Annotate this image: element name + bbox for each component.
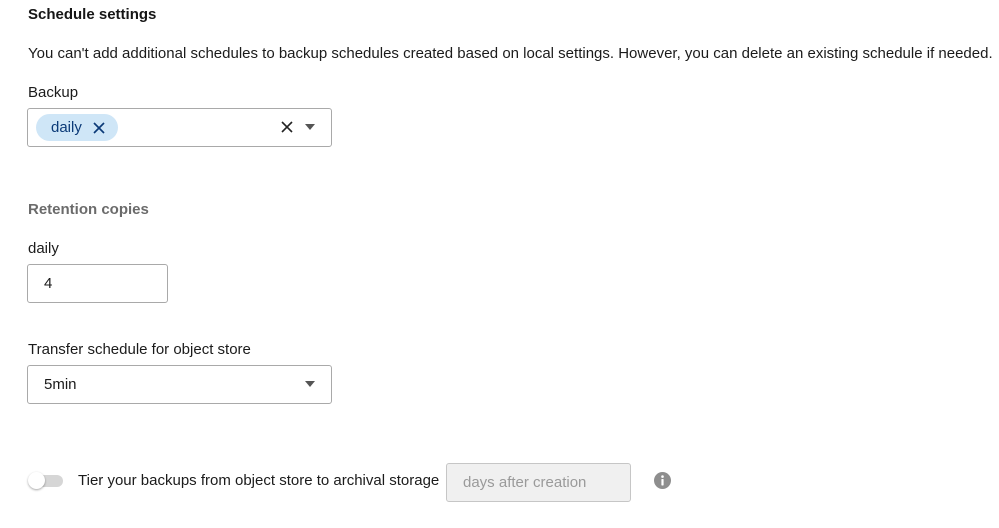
backup-multiselect[interactable]: daily — [27, 108, 332, 147]
info-icon[interactable] — [654, 472, 671, 489]
caret-down-icon[interactable] — [305, 124, 315, 130]
tier-toggle[interactable] — [28, 472, 63, 489]
backup-label: Backup — [28, 84, 79, 101]
close-icon[interactable] — [92, 121, 106, 135]
retention-daily-input[interactable] — [27, 264, 168, 303]
transfer-schedule-select[interactable]: 5min — [27, 365, 332, 404]
info-message: You can't add additional schedules to ba… — [28, 45, 993, 62]
toggle-knob — [28, 472, 45, 489]
transfer-schedule-label: Transfer schedule for object store — [28, 341, 251, 358]
retention-daily-label: daily — [28, 240, 59, 257]
clear-selection-icon[interactable] — [280, 120, 294, 134]
section-title: Schedule settings — [28, 6, 157, 23]
selected-schedule-chip: daily — [36, 114, 118, 141]
tier-label: Tier your backups from object store to a… — [78, 472, 440, 489]
retention-title: Retention copies — [28, 201, 149, 218]
caret-down-icon[interactable] — [305, 381, 315, 387]
transfer-schedule-value: 5min — [44, 376, 77, 393]
chip-label: daily — [51, 119, 82, 136]
days-after-creation-input[interactable] — [446, 463, 631, 502]
